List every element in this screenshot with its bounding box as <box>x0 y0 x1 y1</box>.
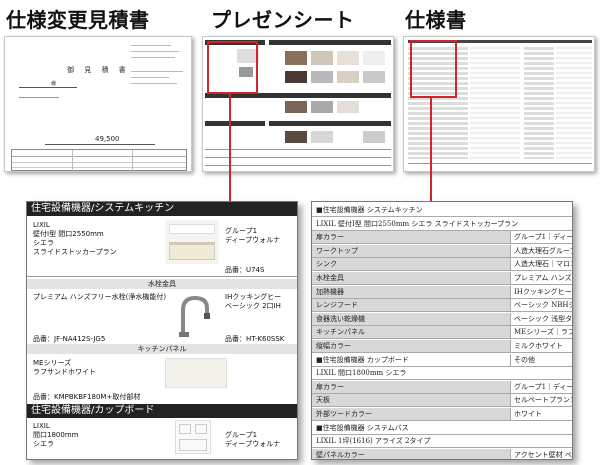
spec-row: 水栓金具 プレミアム ハンズフリー <box>312 272 572 285</box>
spec-row-value: ミルクホワイト <box>510 340 572 352</box>
spec-row: LIXIL 間口1800mm シエラ <box>312 367 572 381</box>
faucet-name: プレミアム ハンズフリー水栓(浄水機能付) <box>33 293 167 301</box>
spec-row: レンジフード ベーシック NBHシリーズ <box>312 299 572 313</box>
spec-row-key: 扉カラー <box>316 233 344 242</box>
spec-row: LIXIL 1坪(1616) アライズ 2タイプ <box>312 435 572 449</box>
ih-code: 品番：HT-K60SSK <box>225 335 285 343</box>
spec-row: ■住宅設備機器 システムキッチン <box>312 204 572 217</box>
spec-row-key: LIXIL 1坪(1616) アライズ 2タイプ <box>316 437 431 446</box>
kitchen-color: ディープウォルナ <box>225 236 281 244</box>
panel-swatch <box>165 358 227 388</box>
panel-subheader: キッチンパネル <box>27 344 297 354</box>
spec-row-value: アクセント壁材 ベースパ <box>510 448 572 459</box>
kitchen-image <box>165 220 219 264</box>
quote-title: 仕様変更見積書 <box>6 8 150 32</box>
spec-row-value: ホワイト <box>510 408 572 420</box>
quote-doc-title: 御 見 積 書 <box>67 66 130 74</box>
spec-row: 扉カラー グループ1｜ディープウォ <box>312 380 572 394</box>
spec-connector-line <box>430 98 432 206</box>
presentation-title: プレゼンシート <box>211 8 355 32</box>
spec-row-key: レンジフード <box>316 301 358 310</box>
quote-table <box>11 149 187 172</box>
spec-row-value: ベーシック 浅型タイプ <box>510 312 572 325</box>
recipient-line <box>19 87 77 88</box>
spec-row: 食器洗い乾燥機 ベーシック 浅型タイプ <box>312 312 572 326</box>
spec-row-key: キッチンパネル <box>316 328 365 337</box>
spec-row-key: 縦幅カラー <box>316 342 351 350</box>
cupboard-series: シエラ <box>33 440 54 448</box>
spec-row: 壁パネルカラー アクセント壁材 ベースパ <box>312 448 572 459</box>
spec-row: 加熱機器 IHクッキングヒーター｜ <box>312 285 572 299</box>
spec-row-key: ■住宅設備機器 カップボード <box>316 355 409 364</box>
faucet-code: 品番：JF-NA412S-JG5 <box>33 335 106 343</box>
faucet-subheader: 水栓金具 <box>27 279 297 289</box>
spec-row-key: LIXIL 間口1800mm シエラ <box>316 369 407 378</box>
cupboard-section-header: 住宅設備機器/カップボード <box>27 404 297 418</box>
spec-row-value: 人造大理石グループ1｜ <box>510 244 572 257</box>
kitchen-section-header: 住宅設備機器/システムキッチン <box>27 202 297 216</box>
spec-row-value: その他 <box>510 353 572 366</box>
spec-row-key: ■住宅設備機器 システムバス <box>316 423 409 432</box>
spec-row-value: 人造大理石｜マロンベー <box>510 258 572 271</box>
kitchen-plan: スライドストッカープラン <box>33 248 117 256</box>
spec-row: LIXIL 壁付I型 間口2550mm シエラ スライドストッカープラン <box>312 217 572 231</box>
spec-row-key: 扉カラー <box>316 382 344 391</box>
spec-title: 仕様書 <box>405 8 467 32</box>
amount-underline <box>45 144 155 145</box>
faucet-image <box>179 295 210 337</box>
spec-row-value: プレミアム ハンズフリー <box>510 272 572 284</box>
cupboard-color: ディープウォルナ <box>225 440 281 448</box>
presentation-detail-panel: 住宅設備機器/システムキッチン LIXIL 壁付I型 間口2550mm シエラ … <box>26 201 298 460</box>
panel-color: ラフサンドホワイト <box>33 368 96 376</box>
spec-row-key: シンク <box>316 260 337 269</box>
spec-row-value: ベーシック NBHシリーズ <box>510 299 572 312</box>
spec-row-key: LIXIL 壁付I型 間口2550mm シエラ スライドストッカープラン <box>316 219 519 228</box>
panel-code: 品番：KMPBKBF180M+取付部材 <box>33 393 141 401</box>
cupboard-image <box>175 420 211 454</box>
spec-row-value: セルペートプラン1段タイプ <box>510 394 572 407</box>
spec-row-key: 壁パネルカラー <box>316 450 365 459</box>
presentation-connector-line <box>229 94 231 206</box>
spec-row-key: 食器洗い乾燥機 <box>316 314 365 323</box>
spec-row: 外部ツードカラー ホワイト <box>312 408 572 421</box>
quote-document-thumbnail[interactable]: 御 見 積 書 様 49,500 <box>4 36 192 172</box>
spec-row: 縦幅カラー ミルクホワイト <box>312 340 572 353</box>
spec-row-value: MEシリーズ｜ラフサンド <box>510 326 572 339</box>
spec-row: 扉カラー グループ1｜ディープウォ <box>312 231 572 245</box>
ih-cooktop-type: ベーシック 2口IH <box>225 302 281 310</box>
spec-row-key: 天板 <box>316 396 330 405</box>
spec-row-key: ワークトップ <box>316 246 358 255</box>
spec-row-key: 加熱機器 <box>316 287 344 296</box>
spec-row: ■住宅設備機器 カップボード その他 <box>312 353 572 367</box>
spec-row: 天板 セルペートプラン1段タイプ <box>312 394 572 408</box>
spec-highlight-box <box>410 40 457 98</box>
spec-row-value: グループ1｜ディープウォ <box>510 231 572 244</box>
presentation-highlight-box <box>207 41 258 94</box>
recipient-label: 様 <box>51 81 57 87</box>
spec-row-key: 外部ツードカラー <box>316 410 372 418</box>
spec-detail-panel: ■住宅設備機器 システムキッチン LIXIL 壁付I型 間口2550mm シエラ … <box>311 201 573 460</box>
spec-row: シンク 人造大理石｜マロンベー <box>312 258 572 272</box>
spec-row-key: 水栓金具 <box>316 274 344 282</box>
quote-amount: 49,500 <box>95 135 120 143</box>
spec-row: キッチンパネル MEシリーズ｜ラフサンド <box>312 326 572 340</box>
spec-row: ■住宅設備機器 システムバス <box>312 421 572 435</box>
spec-row-key: ■住宅設備機器 システムキッチン <box>316 206 423 214</box>
spec-row-value: グループ1｜ディープウォ <box>510 380 572 393</box>
spec-row: ワークトップ 人造大理石グループ1｜ <box>312 244 572 258</box>
kitchen-code: 品番：U74S <box>225 266 265 274</box>
spec-row-value: IHクッキングヒーター｜ <box>510 285 572 298</box>
